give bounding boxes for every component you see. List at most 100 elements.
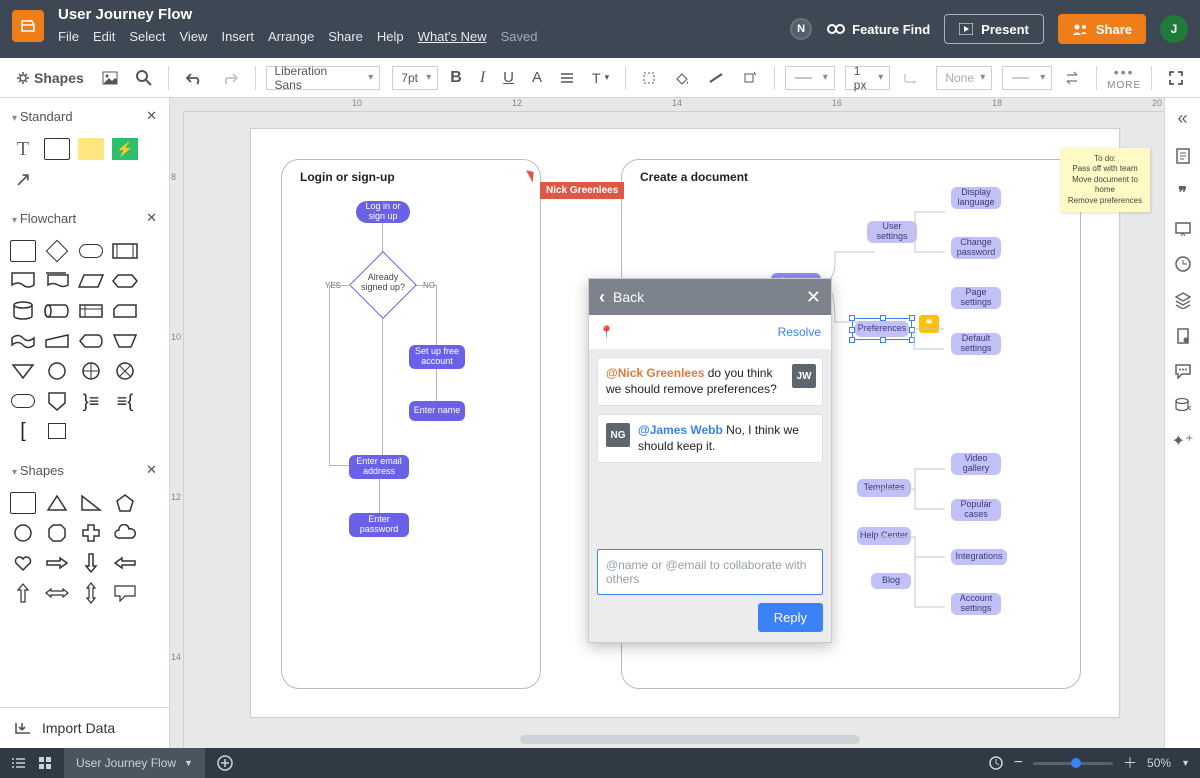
fullscreen-icon[interactable] [1162,66,1190,90]
menu-help[interactable]: Help [377,29,404,44]
menu-view[interactable]: View [180,29,208,44]
node-blog[interactable]: Blog [871,573,911,589]
panel-shapes[interactable]: Shapes ✕ [0,452,169,488]
close-icon[interactable]: ✕ [146,210,157,226]
panel-standard[interactable]: Standard ✕ [0,98,169,134]
fc-hex[interactable] [112,270,138,292]
fc-direct[interactable] [44,300,70,322]
zoom-out-icon[interactable]: − [1014,754,1023,772]
line-end-icon[interactable] [896,67,926,89]
resolve-button[interactable]: Resolve [778,325,821,339]
fc-intstore[interactable] [78,300,104,322]
node-password[interactable]: Enter password [349,513,409,537]
panel-comments-icon[interactable] [1174,363,1192,379]
sh-arrowlr[interactable] [44,582,70,604]
fc-brace-l[interactable]: ≡{ [112,390,138,412]
fc-or[interactable] [112,360,138,382]
fc-rect[interactable] [10,240,36,262]
panel-history-icon[interactable] [1174,255,1192,273]
fc-db[interactable] [10,300,36,322]
fc-tape[interactable] [10,330,36,352]
node-templates[interactable]: Templates [857,479,911,497]
rect-shape[interactable] [44,138,70,160]
fc-offpage[interactable] [44,390,70,412]
italic-icon[interactable]: I [474,65,491,91]
sh-arrowud[interactable] [78,582,104,604]
feature-find-button[interactable]: Feature Find [826,22,930,37]
sh-arrowl[interactable] [112,552,138,574]
menu-insert[interactable]: Insert [221,29,254,44]
undo-icon[interactable] [179,67,209,89]
fc-bracket[interactable]: [ [10,420,36,442]
fc-conn[interactable] [44,360,70,382]
page-tab[interactable]: User Journey Flow▼ [64,748,205,778]
fc-doc[interactable] [10,270,36,292]
fc-sum[interactable] [78,360,104,382]
bold-icon[interactable]: B [444,65,468,91]
text-options-icon[interactable]: T▾ [586,66,615,90]
fill-bucket-icon[interactable] [668,67,696,89]
zoom-value[interactable]: 50% [1147,756,1171,770]
node-helpcenter[interactable]: Help Center [857,527,911,545]
node-entername[interactable]: Enter name [409,401,465,421]
sync-icon[interactable] [988,755,1004,771]
node-change-pw[interactable]: Change password [951,237,1001,259]
reply-button[interactable]: Reply [758,603,823,632]
import-data-button[interactable]: Import Data [0,707,169,748]
fc-manual[interactable] [112,330,138,352]
node-video[interactable]: Video gallery [951,453,1001,475]
menu-whats-new[interactable]: What's New [418,29,487,44]
swap-icon[interactable] [1058,67,1086,89]
font-select[interactable]: Liberation Sans [266,66,381,90]
add-page-icon[interactable] [217,755,233,771]
scrollbar-horizontal[interactable] [520,735,860,744]
line-style-icon[interactable] [702,68,730,88]
panel-page-icon[interactable] [1174,147,1192,165]
fc-term2[interactable] [10,390,36,412]
magic-icon[interactable] [736,67,764,89]
comment-marker-icon[interactable]: ❝ [919,315,939,333]
doc-title[interactable]: User Journey Flow [58,6,538,23]
panel-present-icon[interactable] [1174,221,1192,237]
menu-file[interactable]: File [58,29,79,44]
canvas[interactable]: 10 12 14 16 18 20 8 10 12 14 Login or si… [170,98,1164,748]
sh-arrowu[interactable] [10,582,36,604]
node-display-lang[interactable]: Display language [951,187,1001,209]
shapes-button[interactable]: Shapes [10,66,90,90]
app-logo[interactable] [12,10,44,42]
node-already-diamond[interactable]: Already signed up? [349,251,417,319]
line-width-select[interactable]: 1 px [845,66,891,90]
sh-cross[interactable] [78,522,104,544]
bolt-shape[interactable]: ⚡ [112,138,138,160]
sh-arrowr[interactable] [44,552,70,574]
menu-edit[interactable]: Edit [93,29,115,44]
share-button[interactable]: Share [1058,14,1146,44]
search-icon[interactable] [130,66,158,90]
back-label[interactable]: Back [613,289,644,305]
reply-input[interactable]: @name or @email to collaborate with othe… [597,549,823,595]
font-size-select[interactable]: 7pt [392,66,438,90]
sh-heart[interactable] [10,552,36,574]
more-button[interactable]: ••• MORE [1107,64,1141,91]
node-login[interactable]: Log in or sign up [356,201,410,223]
fc-terminator[interactable] [78,240,104,262]
panel-flowchart[interactable]: Flowchart ✕ [0,200,169,236]
menu-select[interactable]: Select [129,29,165,44]
sh-rect[interactable] [10,492,36,514]
fc-data[interactable] [78,270,104,292]
fc-predef[interactable] [112,240,138,262]
fill-select[interactable]: None [936,66,992,90]
panel-quote-icon[interactable]: ❞ [1178,183,1187,203]
close-icon[interactable]: ✕ [806,287,821,308]
menu-share[interactable]: Share [328,29,363,44]
fc-brace-r[interactable]: }≡ [78,390,104,412]
note-shape[interactable] [78,138,104,160]
panel-layers-icon[interactable] [1174,291,1192,309]
sh-oct[interactable] [44,522,70,544]
menu-arrange[interactable]: Arrange [268,29,314,44]
panel-style-icon[interactable] [1175,327,1191,345]
fc-diamond[interactable] [44,240,70,262]
collaborator-badge[interactable]: N [790,18,812,40]
node-popular[interactable]: Popular cases [951,499,1001,521]
back-icon[interactable]: ‹ [599,287,605,308]
